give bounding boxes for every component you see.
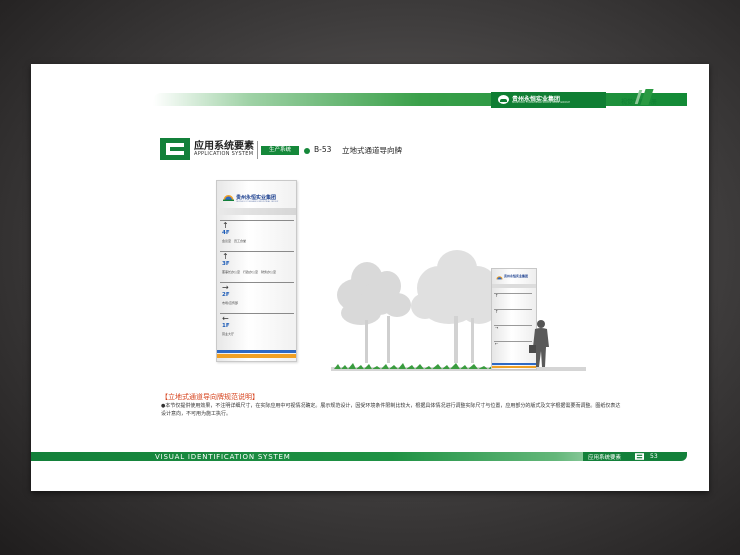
header-company-name-en: GUIZHOU YONGHENG INDUSTRIAL GROUP: [512, 101, 571, 104]
arrow-up-icon: ↑: [222, 252, 229, 261]
company-logo-icon: [498, 95, 509, 104]
manual-page: 贵州永恒实业集团 GUIZHOU YONGHENG INDUSTRIAL GRO…: [31, 64, 709, 491]
sign-company-name: 贵州永恒实业集团: [504, 274, 529, 278]
floor-row: → 2F 市场/宣传部: [220, 282, 294, 313]
section-title: 应用系统要素: [194, 141, 254, 152]
header-band: [153, 93, 687, 106]
section-tag: 生产系统: [261, 146, 299, 155]
standing-sign-front-view: 贵州永恒实业集团 GUIZHOU YONGHENG INDUSTRIAL GRO…: [216, 180, 297, 362]
sign-band: [492, 284, 536, 288]
arrow-up-icon: ↑: [495, 309, 499, 314]
floor-row: ← 1F 营业大厅: [220, 313, 294, 344]
sign-logo-icon: [496, 276, 503, 280]
sign-orange-stripe: [217, 354, 296, 358]
page-number: 53: [650, 453, 658, 460]
section-code: B-53: [314, 145, 332, 154]
trees-illustration: [337, 250, 497, 363]
description-body: ●本节仅提供使用效果，不注明详细尺寸，在实际应用中可视情况确定。展示规范设计，因…: [161, 403, 621, 417]
sign-company-name: 贵州永恒实业集团: [236, 195, 277, 201]
floor-label: 2F: [222, 292, 230, 298]
sign-company-name-en: GUIZHOU YONGHENG INDUSTRIAL GROUP: [236, 201, 279, 203]
floor-label: 3F: [222, 261, 230, 267]
sign-divider: [494, 293, 532, 294]
arrow-up-icon: ↑: [222, 221, 229, 230]
sign-band: [217, 208, 296, 215]
arrow-left-icon: ←: [495, 341, 499, 346]
bullet-dot-icon: [304, 148, 310, 154]
floor-row: ↑ 3F 董事长办公室 行政办公室 财务办公室: [220, 251, 294, 282]
floor-desc: 营业大厅: [222, 332, 235, 336]
floor-row: ↑ 4F 会议室 员工食堂: [220, 220, 294, 251]
section-b-icon: [635, 453, 644, 460]
footer-system-label: VISUAL IDENTIFICATION SYSTEM: [155, 453, 291, 461]
arrow-up-icon: ↑: [495, 293, 499, 298]
section-name: 立地式通道导向牌: [342, 146, 402, 155]
floor-label: 1F: [222, 323, 230, 329]
sign-blue-stripe: [217, 350, 296, 353]
sign-divider: [494, 309, 532, 310]
footer-section-label: 应用系统要素: [588, 455, 622, 461]
section-divider: [257, 141, 258, 159]
floor-desc: 会议室 员工食堂: [222, 239, 247, 243]
section-title-en: APPLICATION SYSTEM: [194, 151, 254, 157]
person-silhouette-icon: [529, 320, 549, 367]
section-b-icon: [160, 138, 190, 160]
floor-desc: 董事长办公室 行政办公室 财务办公室: [222, 270, 277, 274]
floor-label: 4F: [222, 230, 230, 236]
sign-logo-icon: [223, 195, 234, 201]
floor-desc: 市场/宣传部: [222, 301, 239, 305]
arrow-left-icon: ←: [222, 314, 229, 323]
arrow-right-icon: →: [495, 325, 499, 330]
arrow-right-icon: →: [222, 283, 229, 292]
description-title: 【立地式通道导向牌规范说明】: [161, 393, 259, 401]
